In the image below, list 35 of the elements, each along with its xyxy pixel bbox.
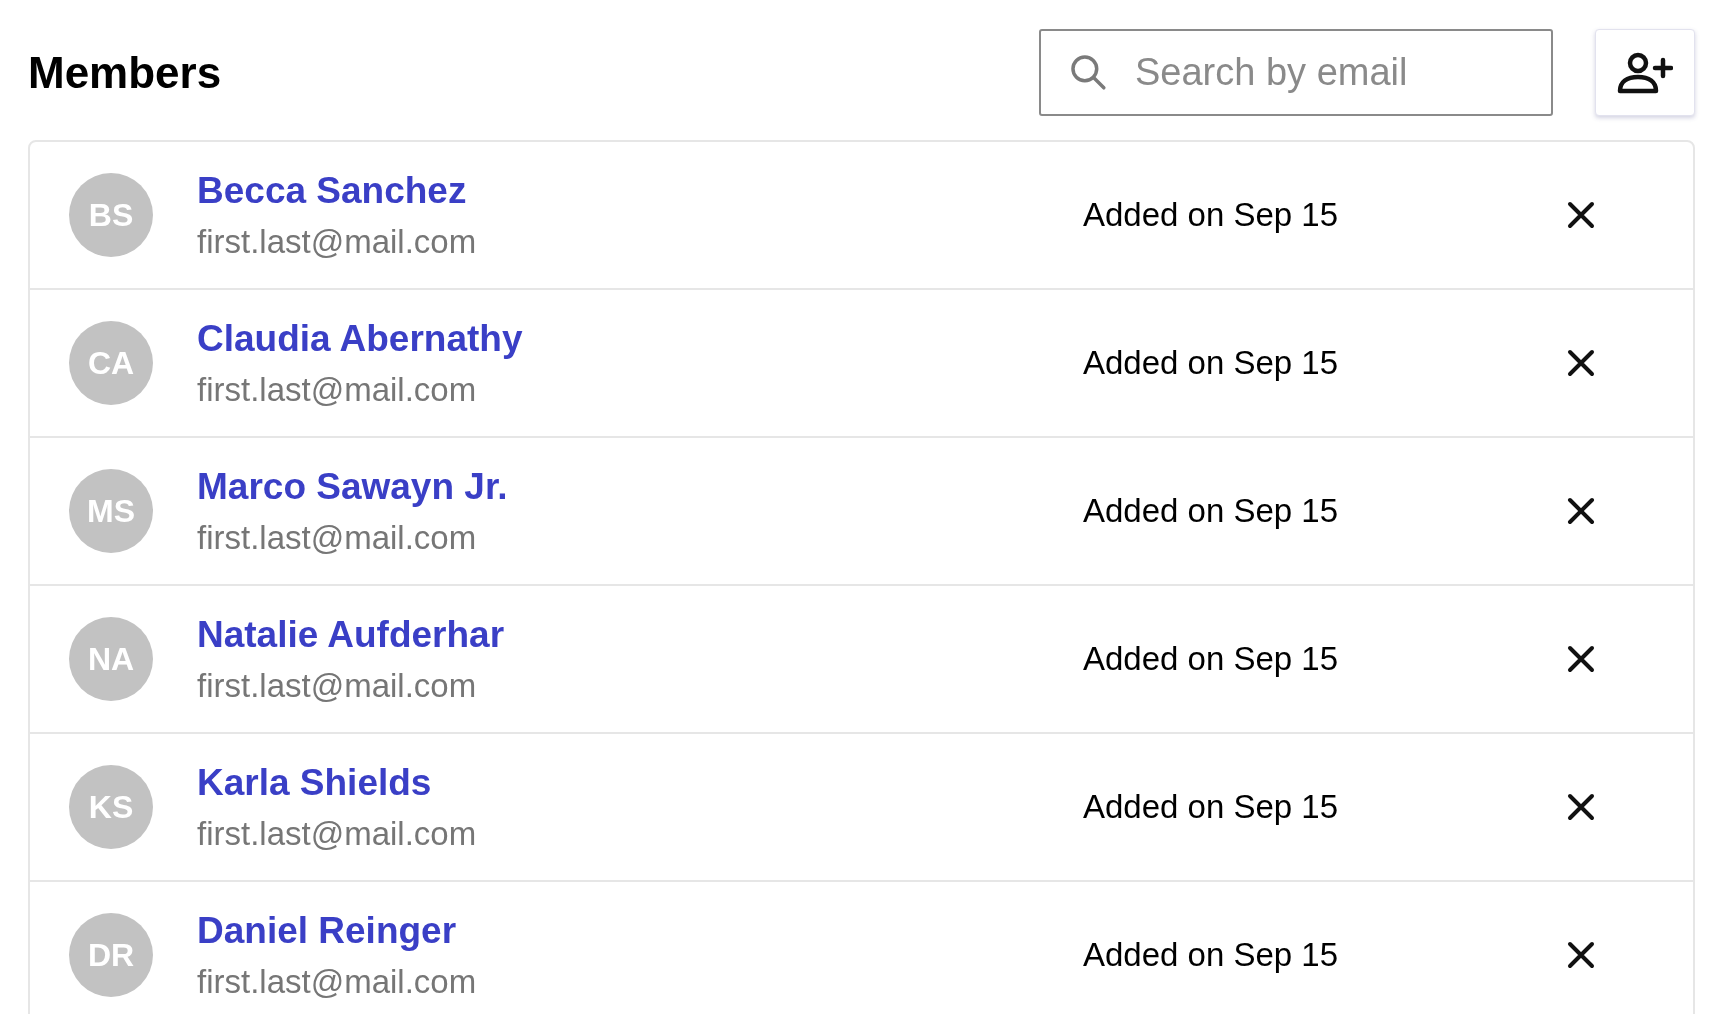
member-email: first.last@mail.com — [197, 370, 477, 410]
added-date: Added on Sep 15 — [1083, 343, 1339, 384]
member-name-link[interactable]: Claudia Abernathy — [197, 315, 523, 362]
added-date: Added on Sep 15 — [1083, 787, 1339, 828]
added-date: Added on Sep 15 — [1083, 639, 1339, 680]
search-icon — [1069, 53, 1107, 91]
avatar: CA — [69, 321, 153, 405]
close-icon — [1567, 793, 1595, 821]
add-person-icon — [1617, 51, 1673, 94]
member-name-link[interactable]: Natalie Aufderhar — [197, 611, 505, 658]
added-date: Added on Sep 15 — [1083, 935, 1339, 976]
member-name-link[interactable]: Becca Sanchez — [197, 167, 467, 214]
close-icon — [1567, 201, 1595, 229]
member-email: first.last@mail.com — [197, 962, 477, 1002]
close-icon — [1567, 497, 1595, 525]
member-email: first.last@mail.com — [197, 814, 477, 854]
avatar: NA — [69, 617, 153, 701]
member-name-link[interactable]: Karla Shields — [197, 759, 432, 806]
search-field[interactable]: Search by email — [1039, 29, 1553, 116]
close-icon — [1567, 941, 1595, 969]
member-name-link[interactable]: Daniel Reinger — [197, 907, 457, 954]
member-email: first.last@mail.com — [197, 666, 477, 706]
avatar: DR — [69, 913, 153, 997]
member-email: first.last@mail.com — [197, 518, 477, 558]
member-email: first.last@mail.com — [197, 222, 477, 262]
avatar: MS — [69, 469, 153, 553]
avatar: BS — [69, 173, 153, 257]
member-name-link[interactable]: Marco Sawayn Jr. — [197, 463, 508, 510]
added-date: Added on Sep 15 — [1083, 195, 1339, 236]
add-member-button[interactable] — [1595, 29, 1695, 116]
close-icon — [1567, 645, 1595, 673]
close-icon — [1567, 349, 1595, 377]
added-date: Added on Sep 15 — [1083, 491, 1339, 532]
page-title: Members — [28, 50, 222, 95]
avatar: KS — [69, 765, 153, 849]
